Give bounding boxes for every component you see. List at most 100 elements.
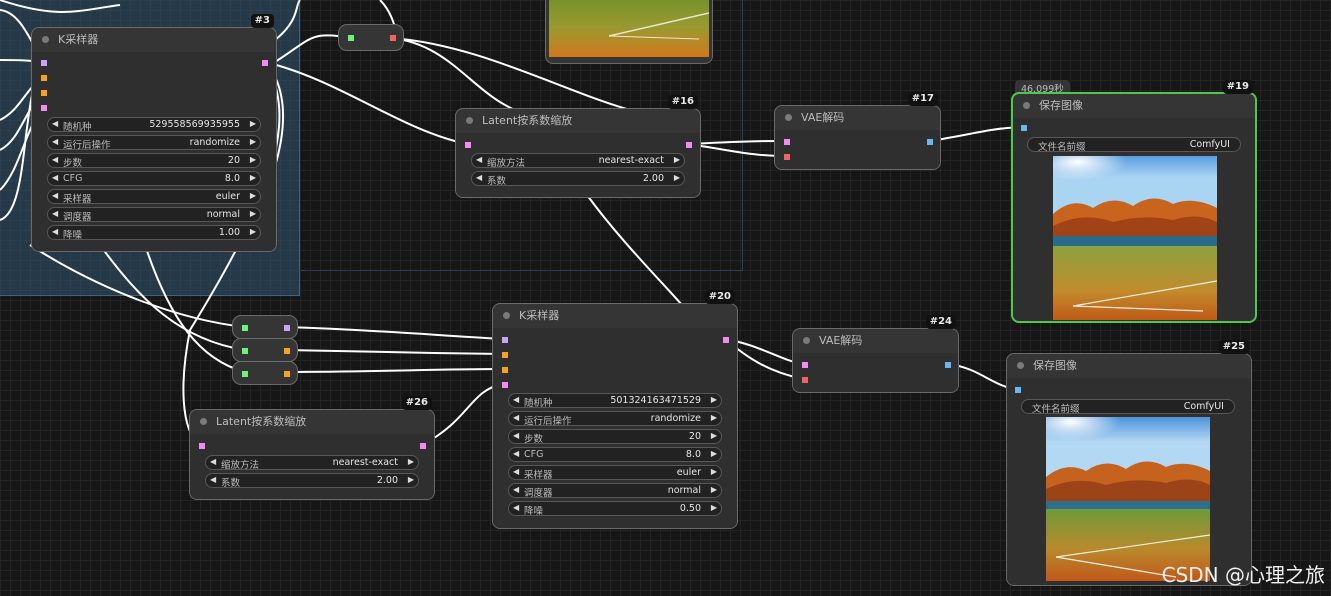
output-port-latent[interactable]: [420, 443, 426, 449]
image-preview-node[interactable]: [545, 0, 713, 64]
decrement-arrow-icon[interactable]: ◀: [52, 191, 58, 200]
scale-by-widget[interactable]: ◀ 系数 2.00 ▶: [205, 473, 419, 489]
input-port-images[interactable]: [1015, 387, 1021, 393]
scheduler-widget[interactable]: ◀ 调度器 normal ▶: [47, 207, 261, 223]
decrement-arrow-icon[interactable]: ◀: [513, 467, 519, 476]
increment-arrow-icon[interactable]: ▶: [711, 467, 717, 476]
input-port-vae[interactable]: [784, 154, 790, 160]
decrement-arrow-icon[interactable]: ◀: [513, 485, 519, 494]
decrement-arrow-icon[interactable]: ◀: [52, 173, 58, 182]
collapse-dot-icon[interactable]: [1017, 362, 1024, 369]
node-title[interactable]: VAE解码: [793, 329, 958, 354]
node-title[interactable]: 保存图像: [1013, 94, 1255, 119]
output-port-image[interactable]: [927, 139, 933, 145]
control-after-generate-widget[interactable]: ◀ 运行后操作 randomize ▶: [47, 135, 261, 151]
decrement-arrow-icon[interactable]: ◀: [513, 431, 519, 440]
increment-arrow-icon[interactable]: ▶: [250, 209, 256, 218]
seed-widget[interactable]: ◀ 随机种 529558569935955 ▶: [47, 117, 261, 133]
increment-arrow-icon[interactable]: ▶: [250, 119, 256, 128]
output-port-image[interactable]: [945, 362, 951, 368]
increment-arrow-icon[interactable]: ▶: [711, 431, 717, 440]
scheduler-widget[interactable]: ◀ 调度器 normal ▶: [508, 483, 722, 499]
ksampler-node-20[interactable]: #20 K采样器 ◀ 随机种 501324163471529 ▶ ◀ 运行后操作 rand…: [492, 290, 738, 529]
increment-arrow-icon[interactable]: ▶: [674, 173, 680, 182]
increment-arrow-icon[interactable]: ▶: [674, 155, 680, 164]
vae-decode-node-24[interactable]: #24 VAE解码: [792, 315, 959, 393]
output-port-conditioning[interactable]: [284, 348, 290, 354]
steps-widget[interactable]: ◀ 步数 20 ▶: [508, 429, 722, 445]
increment-arrow-icon[interactable]: ▶: [711, 503, 717, 512]
decrement-arrow-icon[interactable]: ◀: [476, 173, 482, 182]
collapse-dot-icon[interactable]: [803, 337, 810, 344]
generated-image-preview[interactable]: [1053, 156, 1217, 320]
save-image-node-25[interactable]: #25 保存图像 文件名前缀 ComfyUI: [1006, 340, 1252, 586]
reroute-node[interactable]: [232, 338, 298, 362]
input-port-vae[interactable]: [802, 377, 808, 383]
collapse-dot-icon[interactable]: [200, 418, 207, 425]
reroute-node[interactable]: [232, 315, 298, 339]
input-port-samples[interactable]: [465, 142, 471, 148]
collapse-dot-icon[interactable]: [466, 117, 473, 124]
increment-arrow-icon[interactable]: ▶: [250, 191, 256, 200]
increment-arrow-icon[interactable]: ▶: [408, 475, 414, 484]
input-port[interactable]: [242, 348, 248, 354]
filename-prefix-widget[interactable]: 文件名前缀 ComfyUI: [1021, 399, 1235, 415]
decrement-arrow-icon[interactable]: ◀: [513, 449, 519, 458]
upscale-method-widget[interactable]: ◀ 缩放方法 nearest-exact ▶: [471, 153, 685, 169]
collapse-dot-icon[interactable]: [42, 36, 49, 43]
increment-arrow-icon[interactable]: ▶: [250, 137, 256, 146]
decrement-arrow-icon[interactable]: ◀: [52, 227, 58, 236]
node-title[interactable]: VAE解码: [775, 106, 940, 131]
input-port-samples[interactable]: [784, 139, 790, 145]
control-after-generate-widget[interactable]: ◀ 运行后操作 randomize ▶: [508, 411, 722, 427]
increment-arrow-icon[interactable]: ▶: [408, 457, 414, 466]
sampler-widget[interactable]: ◀ 采样器 euler ▶: [508, 465, 722, 481]
node-title[interactable]: Latent按系数缩放: [190, 410, 434, 435]
input-port-latent[interactable]: [41, 105, 47, 111]
collapse-dot-icon[interactable]: [1023, 102, 1030, 109]
output-port-latent[interactable]: [723, 337, 729, 343]
save-image-node-19[interactable]: #19 保存图像 文件名前缀 ComfyUI: [1011, 80, 1257, 323]
node-title[interactable]: K采样器: [32, 28, 276, 53]
output-port-latent[interactable]: [686, 142, 692, 148]
denoise-widget[interactable]: ◀ 降噪 0.50 ▶: [508, 501, 722, 517]
latent-upscale-node-16[interactable]: #16 Latent按系数缩放 ◀ 缩放方法 nearest-exact ▶ ◀ 系数 2…: [455, 95, 701, 198]
node-title[interactable]: 保存图像: [1007, 354, 1251, 379]
generated-image-preview[interactable]: [1046, 417, 1210, 581]
increment-arrow-icon[interactable]: ▶: [711, 485, 717, 494]
seed-widget[interactable]: ◀ 随机种 501324163471529 ▶: [508, 393, 722, 409]
upscale-method-widget[interactable]: ◀ 缩放方法 nearest-exact ▶: [205, 455, 419, 471]
input-port-samples[interactable]: [802, 362, 808, 368]
collapse-dot-icon[interactable]: [503, 312, 510, 319]
cfg-widget[interactable]: ◀ CFG 8.0 ▶: [508, 447, 722, 462]
decrement-arrow-icon[interactable]: ◀: [513, 395, 519, 404]
input-port[interactable]: [242, 371, 248, 377]
increment-arrow-icon[interactable]: ▶: [711, 413, 717, 422]
input-port[interactable]: [242, 325, 248, 331]
denoise-widget[interactable]: ◀ 降噪 1.00 ▶: [47, 225, 261, 241]
input-port-images[interactable]: [1021, 125, 1027, 131]
increment-arrow-icon[interactable]: ▶: [250, 227, 256, 236]
reroute-node[interactable]: [232, 361, 298, 385]
decrement-arrow-icon[interactable]: ◀: [52, 209, 58, 218]
input-port-model[interactable]: [41, 60, 47, 66]
filename-prefix-widget[interactable]: 文件名前缀 ComfyUI: [1027, 137, 1241, 153]
decrement-arrow-icon[interactable]: ◀: [513, 503, 519, 512]
decrement-arrow-icon[interactable]: ◀: [513, 413, 519, 422]
decrement-arrow-icon[interactable]: ◀: [52, 137, 58, 146]
output-port[interactable]: [390, 35, 396, 41]
increment-arrow-icon[interactable]: ▶: [711, 449, 717, 458]
input-port-negative[interactable]: [41, 90, 47, 96]
input-port-samples[interactable]: [199, 443, 205, 449]
output-port-latent[interactable]: [262, 60, 268, 66]
scale-by-widget[interactable]: ◀ 系数 2.00 ▶: [471, 171, 685, 187]
input-port-positive[interactable]: [502, 352, 508, 358]
decrement-arrow-icon[interactable]: ◀: [210, 457, 216, 466]
cfg-widget[interactable]: ◀ CFG 8.0 ▶: [47, 171, 261, 186]
node-title[interactable]: K采样器: [493, 304, 737, 329]
input-port[interactable]: [348, 35, 354, 41]
input-port-model[interactable]: [502, 337, 508, 343]
input-port-positive[interactable]: [41, 75, 47, 81]
steps-widget[interactable]: ◀ 步数 20 ▶: [47, 153, 261, 169]
decrement-arrow-icon[interactable]: ◀: [476, 155, 482, 164]
